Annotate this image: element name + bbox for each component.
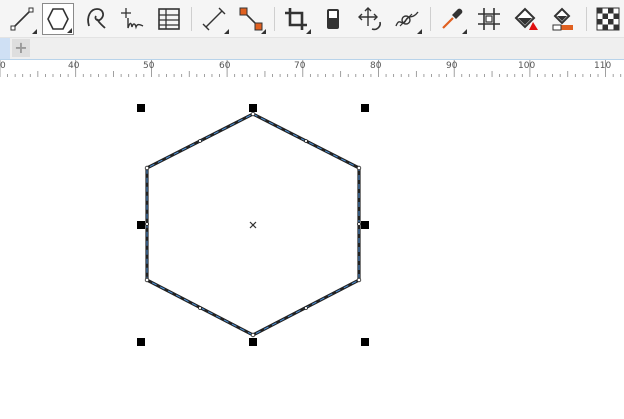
toolbar-divider (274, 7, 275, 31)
fill-tool-button[interactable] (510, 3, 542, 35)
crop-tool-button[interactable] (280, 3, 312, 35)
document-tab-bar: + (0, 38, 624, 59)
flyout-indicator-icon (306, 29, 311, 34)
fill-icon (514, 7, 538, 30)
contour-tool-button[interactable] (473, 3, 505, 35)
spiral-tool-button[interactable] (80, 3, 112, 35)
ruler-label: 80 (370, 61, 382, 71)
selection-handle-top-center[interactable] (249, 104, 257, 112)
ruler-label: 50 (143, 61, 155, 71)
smart-fill-tool-button[interactable] (547, 3, 579, 35)
drawing-toolbar (0, 0, 624, 38)
table-icon (158, 8, 180, 30)
move-rotate-icon (358, 7, 381, 31)
ruler-label: 40 (68, 61, 80, 71)
ruler-label: 70 (294, 61, 306, 71)
selection-handle-bottom-left[interactable] (137, 338, 145, 346)
flyout-indicator-icon (462, 29, 467, 34)
selection-handle-top-right[interactable] (361, 104, 369, 112)
freehand-tool-button[interactable] (116, 3, 148, 35)
table-tool-button[interactable] (153, 3, 185, 35)
canvas-drawing (137, 104, 369, 346)
flyout-indicator-icon (32, 29, 37, 34)
center-marker-icon[interactable] (249, 221, 257, 229)
dimension-tool-button[interactable] (198, 3, 230, 35)
transparency-tool-button[interactable] (592, 3, 624, 35)
selection-handle-middle-right[interactable] (361, 221, 369, 229)
eyedropper-tool-button[interactable] (436, 3, 468, 35)
spiral-icon (87, 8, 106, 29)
ruler-label: 60 (219, 61, 231, 71)
ruler-label: 90 (446, 61, 458, 71)
flyout-indicator-icon (261, 29, 266, 34)
selection-handle-bottom-right[interactable] (361, 338, 369, 346)
toolbar-divider (586, 7, 587, 31)
horizontal-ruler[interactable]: 0 40 50 60 70 80 90 100 110 (0, 59, 624, 79)
toolbar-divider (430, 7, 431, 31)
selection-handle-bottom-center[interactable] (249, 338, 257, 346)
line-tool-button[interactable] (6, 3, 38, 35)
active-document-tab[interactable] (0, 38, 10, 59)
contour-icon (478, 8, 500, 30)
selection-handle-top-left[interactable] (137, 104, 145, 112)
toolbar-divider (191, 7, 192, 31)
ruler-label: 110 (594, 61, 612, 71)
smear-tool-button[interactable] (391, 3, 423, 35)
drawing-canvas[interactable] (0, 78, 624, 419)
selection-handle-middle-left[interactable] (137, 221, 145, 229)
polygon-tool-button[interactable] (42, 3, 74, 35)
eraser-icon (327, 9, 339, 29)
flyout-indicator-icon (417, 29, 422, 34)
connector-tool-button[interactable] (235, 3, 267, 35)
ruler-label: 0 (0, 61, 6, 71)
ruler-label: 100 (518, 61, 536, 71)
smart-fill-icon (552, 7, 573, 31)
add-document-button[interactable]: + (12, 39, 30, 57)
flyout-indicator-icon (224, 29, 229, 34)
freehand-icon (121, 8, 144, 30)
transform-tool-button[interactable] (354, 3, 386, 35)
flyout-indicator-icon (67, 28, 72, 33)
app-window: + 0 40 50 60 70 80 90 100 110 (0, 0, 624, 419)
eraser-tool-button[interactable] (317, 3, 349, 35)
checkerboard-icon (596, 7, 620, 31)
